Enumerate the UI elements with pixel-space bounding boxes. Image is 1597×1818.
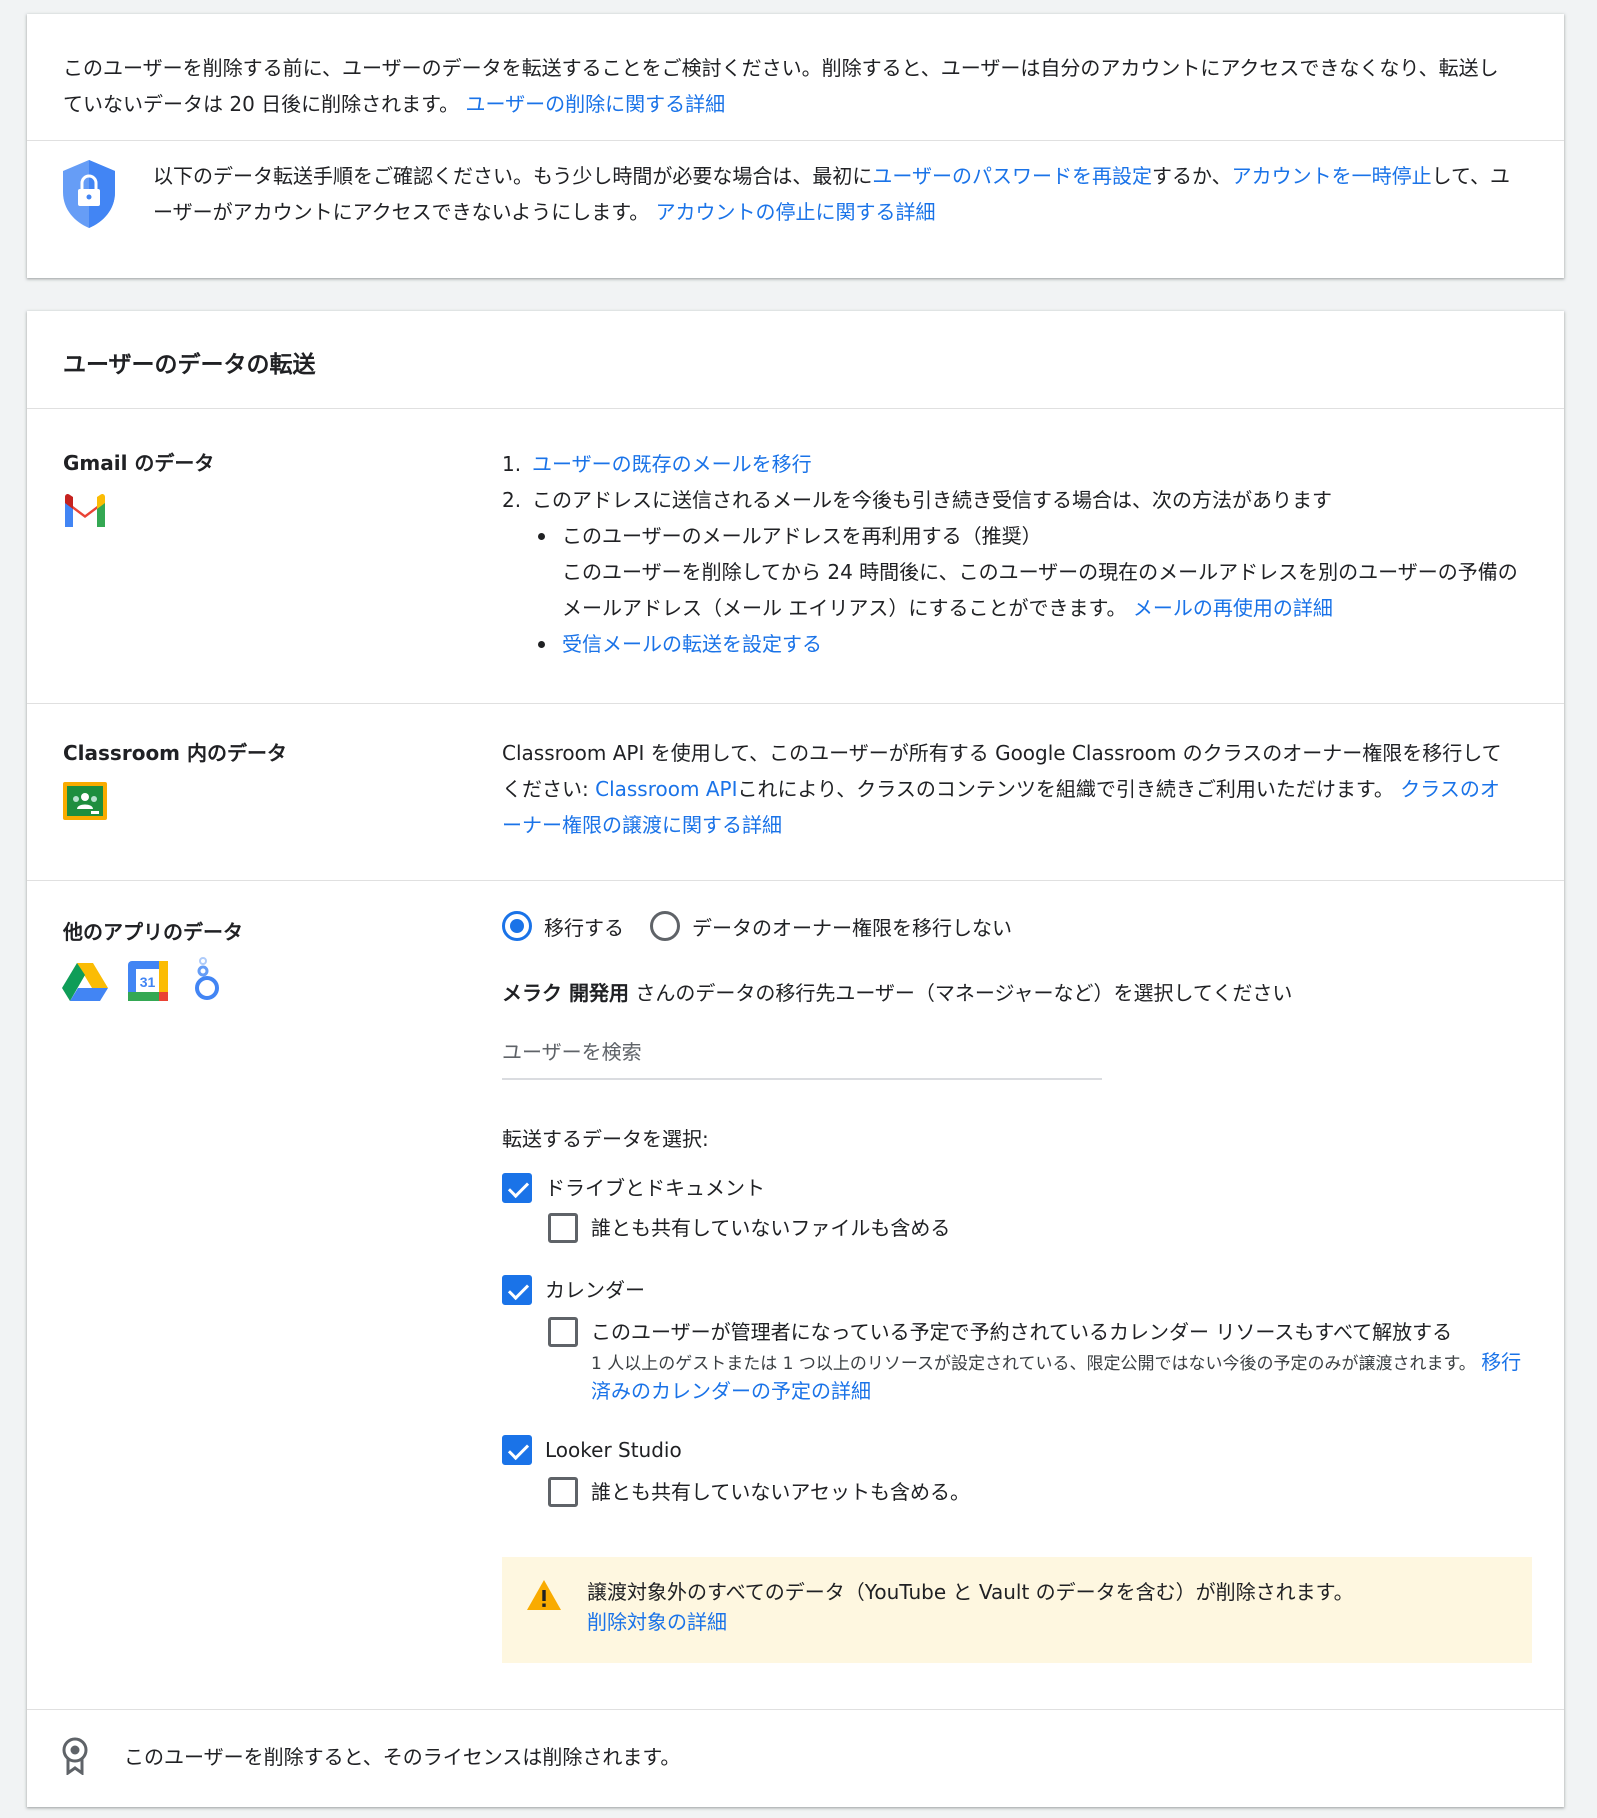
gmail-options: 1. ユーザーの既存のメールを移行 2. このアドレスに送信されるメールを今後も引き… (502, 446, 1518, 662)
user-search-input[interactable] (502, 1020, 1102, 1064)
gmail-icon (62, 493, 108, 534)
drive-option: ドライブとドキュメント (502, 1173, 765, 1203)
calendar-release-note: 1 人以上のゲストまたは 1 つ以上のリソースが設定されている、限定公開ではない… (591, 1349, 1538, 1407)
classroom-description: Classroom API を使用して、このユーザーが所有する Google C… (502, 735, 1518, 843)
gmail-item-2-text: このアドレスに送信されるメールを今後も引き続き受信する場合は、次の方法があります (532, 488, 1332, 512)
looker-checkbox[interactable] (502, 1435, 532, 1465)
user-search-field[interactable] (502, 1020, 1102, 1080)
setup-forwarding-link[interactable]: 受信メールの転送を設定する (562, 632, 822, 656)
user-deletion-details-link[interactable]: ユーザーの削除に関する詳細 (466, 92, 726, 116)
classroom-icon (63, 782, 107, 825)
reset-password-link[interactable]: ユーザーのパスワードを再設定 (872, 164, 1152, 188)
looker-unshared-checkbox[interactable] (548, 1477, 578, 1507)
radio-no-transfer-label: データのオーナー権限を移行しない (692, 915, 1012, 940)
calendar-release-label: このユーザーが管理者になっている予定で予約されているカレンダー リソースもすべて… (591, 1320, 1453, 1344)
classroom-text-2: これにより、クラスのコンテンツを組織で引き続きご利用いただけます。 (737, 777, 1401, 801)
calendar-icon: 31 (128, 961, 168, 1006)
radio-no-transfer[interactable] (650, 911, 680, 941)
transfer-radio-group: 移行する データのオーナー権限を移行しない (502, 911, 1038, 941)
reuse-address-desc-text: このユーザーを削除してから 24 時間後に、このユーザーの現在のメールアドレスを… (562, 560, 1518, 620)
radio-transfer-label: 移行する (544, 915, 624, 940)
reuse-address-title: このユーザーのメールアドレスを再利用する（推奨） (562, 524, 1042, 548)
radio-transfer[interactable] (502, 911, 532, 941)
steps-text-2: するか、 (1152, 164, 1232, 188)
drive-icon (62, 961, 108, 1006)
other-apps-data-label: 他のアプリのデータ (63, 920, 243, 944)
gmail-item-1-number: 1. (502, 452, 522, 476)
drive-unshared-checkbox[interactable] (548, 1213, 578, 1243)
intro-text: このユーザーを削除する前に、ユーザーのデータを転送することをご検討ください。削除… (63, 50, 1504, 122)
calendar-release-checkbox[interactable] (548, 1317, 578, 1347)
looker-unshared-label: 誰とも共有していないアセットも含める。 (591, 1480, 970, 1504)
intro-text-body: このユーザーを削除する前に、ユーザーのデータを転送することをご検討ください。削除… (63, 56, 1499, 116)
drive-checkbox-label: ドライブとドキュメント (545, 1176, 765, 1200)
drive-unshared-option: 誰とも共有していないファイルも含める (548, 1213, 950, 1243)
gmail-sub-item-reuse: このユーザーのメールアドレスを再利用する（推奨） このユーザーを削除してから 2… (502, 518, 1518, 626)
divider (27, 408, 1564, 409)
shield-lock-icon (61, 158, 117, 230)
select-target-user-text: メラク 開発用 さんのデータの移行先ユーザー（マネージャーなど）を選択してくださ… (502, 977, 1518, 1006)
looker-unshared-option: 誰とも共有していないアセットも含める。 (548, 1477, 970, 1507)
classroom-api-link[interactable]: Classroom API (595, 777, 737, 801)
gmail-sub-item-forward: 受信メールの転送を設定する (502, 626, 1518, 662)
drive-unshared-label: 誰とも共有していないファイルも含める (591, 1216, 951, 1240)
migrate-email-link[interactable]: ユーザーの既存のメールを移行 (532, 452, 812, 476)
section-title: ユーザーのデータの転送 (63, 352, 316, 378)
license-text: このユーザーを削除すると、そのライセンスは削除されます。 (124, 1745, 681, 1769)
gmail-item-1: 1. ユーザーの既存のメールを移行 (502, 446, 1518, 482)
source-user-name: メラク 開発用 (502, 981, 629, 1005)
suspension-details-link[interactable]: アカウントの停止に関する詳細 (656, 200, 936, 224)
suspend-account-link[interactable]: アカウントを一時停止 (1232, 164, 1432, 188)
gmail-item-2: 2. このアドレスに送信されるメールを今後も引き続き受信する場合は、次の方法があり… (502, 482, 1518, 518)
deletion-target-details-link[interactable]: 削除対象の詳細 (587, 1610, 727, 1634)
looker-studio-icon (192, 956, 222, 1007)
reuse-address-desc: このユーザーを削除してから 24 時間後に、このユーザーの現在のメールアドレスを… (562, 554, 1518, 626)
looker-checkbox-label: Looker Studio (545, 1438, 682, 1462)
calendar-option: カレンダー (502, 1275, 645, 1305)
bullet (538, 641, 545, 648)
delete-warning-card: このユーザーを削除する前に、ユーザーのデータを転送することをご検討ください。削除… (27, 14, 1564, 278)
calendar-checkbox[interactable] (502, 1275, 532, 1305)
calendar-day: 31 (140, 974, 156, 990)
divider (27, 703, 1564, 704)
choose-data-title: 転送するデータを選択: (502, 1127, 709, 1151)
bullet (538, 533, 545, 540)
deletion-warning-box: 譲渡対象外のすべてのデータ（YouTube と Vault のデータを含む）が削… (502, 1557, 1532, 1663)
steps-text-1: 以下のデータ転送手順をご確認ください。もう少し時間が必要な場合は、最初に (153, 164, 873, 188)
warning-icon (526, 1579, 562, 1616)
transfer-data-card: ユーザーのデータの転送 Gmail のデータ 1. ユーザーの既存のメールを移行 … (27, 311, 1564, 1807)
gmail-item-2-number: 2. (502, 488, 522, 512)
warning-text: 譲渡対象外のすべてのデータ（YouTube と Vault のデータを含む）が削… (587, 1580, 1354, 1604)
divider (27, 140, 1564, 141)
select-target-user-instructions: さんのデータの移行先ユーザー（マネージャーなど）を選択してください (628, 981, 1293, 1005)
calendar-release-option: このユーザーが管理者になっている予定で予約されているカレンダー リソースもすべて… (548, 1317, 1538, 1407)
transfer-steps-text: 以下のデータ転送手順をご確認ください。もう少し時間が必要な場合は、最初にユーザー… (153, 158, 1518, 230)
divider (27, 880, 1564, 881)
gmail-data-label: Gmail のデータ (63, 451, 215, 475)
drive-checkbox[interactable] (502, 1173, 532, 1203)
looker-option: Looker Studio (502, 1435, 682, 1465)
divider (27, 1709, 1564, 1710)
calendar-release-note-text: 1 人以上のゲストまたは 1 つ以上のリソースが設定されている、限定公開ではない… (591, 1354, 1482, 1374)
classroom-data-label: Classroom 内のデータ (63, 741, 287, 765)
license-icon (61, 1737, 89, 1780)
warning-text-block: 譲渡対象外のすべてのデータ（YouTube と Vault のデータを含む）が削… (587, 1577, 1354, 1637)
email-reuse-details-link[interactable]: メールの再使用の詳細 (1133, 596, 1333, 620)
calendar-checkbox-label: カレンダー (545, 1278, 645, 1302)
